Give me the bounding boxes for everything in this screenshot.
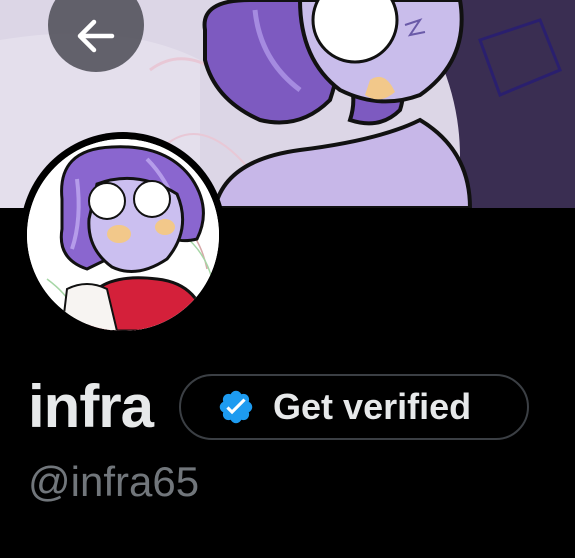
username-handle: @infra65 xyxy=(28,458,200,505)
name-row: infra Get verified xyxy=(28,372,530,442)
get-verified-label: Get verified xyxy=(273,386,472,427)
arrow-left-icon xyxy=(77,19,115,53)
display-name: infra xyxy=(28,373,154,440)
verified-badge-icon xyxy=(219,390,253,424)
avatar-image xyxy=(27,139,219,331)
get-verified-button[interactable]: Get verified xyxy=(179,374,530,440)
avatar[interactable] xyxy=(20,132,226,338)
